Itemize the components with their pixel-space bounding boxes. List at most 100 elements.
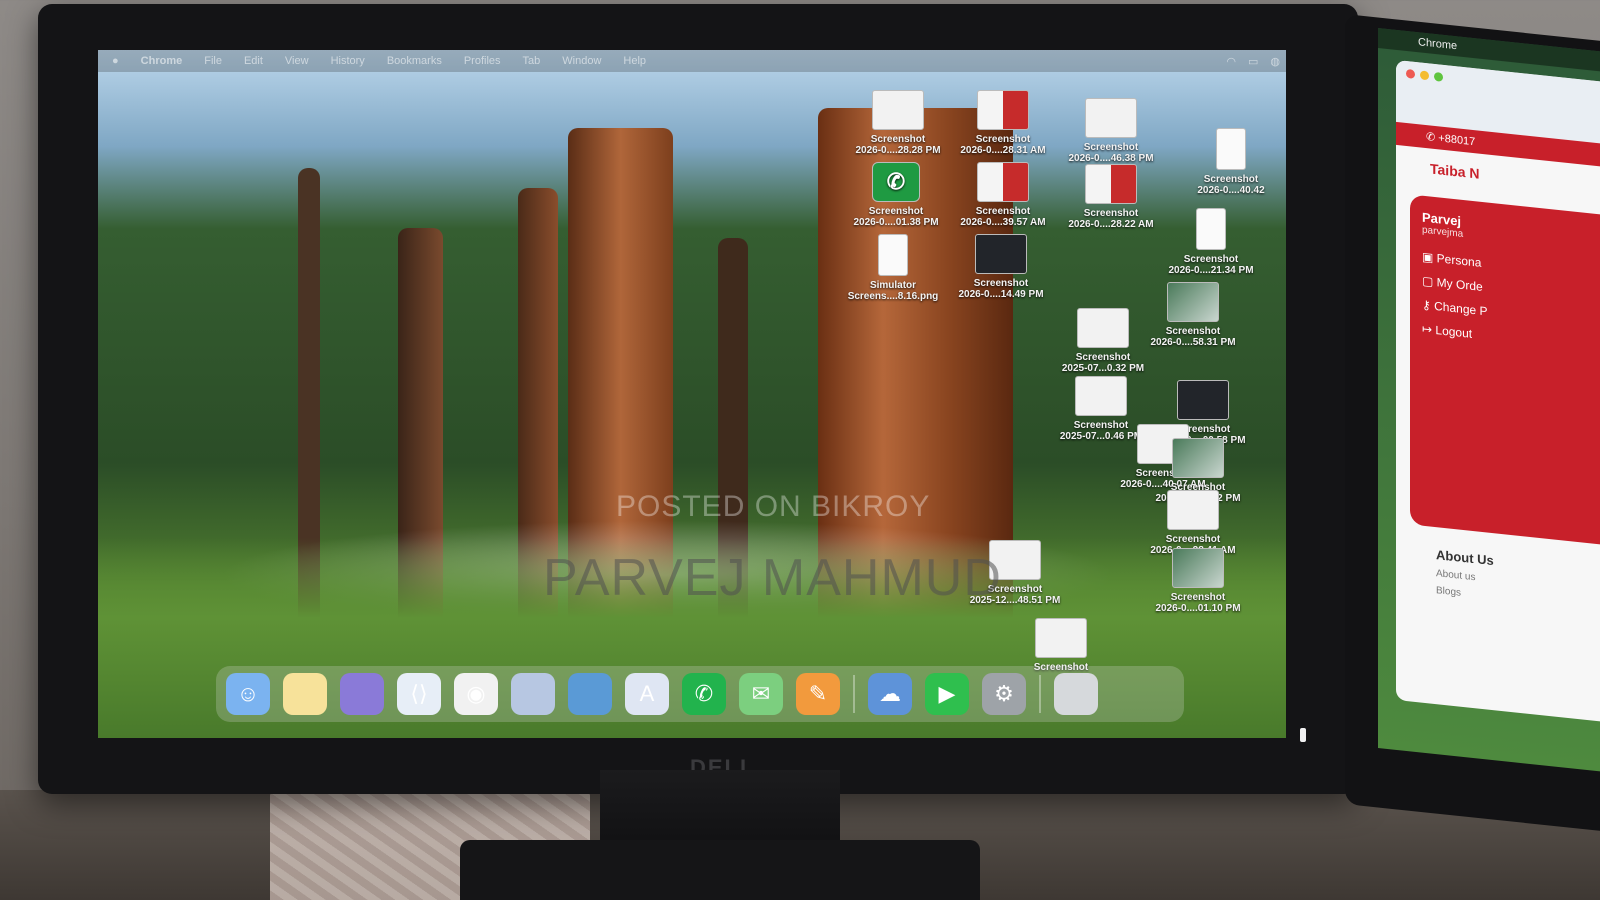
file-date: Screens....8.16.png	[847, 291, 939, 302]
file-date: 2026-0....46.38 PM	[1068, 153, 1154, 164]
dock-separator	[853, 675, 855, 713]
desktop-file-icon[interactable]: Screenshot2026-0....28.41 AM	[1138, 490, 1248, 556]
file-thumbnail-icon	[1075, 376, 1127, 416]
phone-number[interactable]: +88017	[1438, 132, 1475, 148]
power-led-icon	[1300, 728, 1306, 742]
file-thumbnail-icon	[1085, 164, 1137, 204]
chrome-icon[interactable]: ◉	[454, 673, 498, 715]
settings-icon[interactable]: ⚙	[982, 673, 1026, 715]
dock: ☺ ⟨⟩ ◉ A ✆ ✉ ✎ ☁ ▶ ⚙	[216, 666, 1184, 722]
menu-bookmarks[interactable]: Bookmarks	[387, 55, 442, 67]
file-thumbnail-icon	[872, 90, 924, 130]
weather-icon[interactable]: ☁	[868, 673, 912, 715]
whatsapp-thumbnail-icon: ✆	[872, 162, 920, 202]
desktop-file-icon[interactable]: Simulator Screens....8.16.png	[838, 234, 948, 302]
desktop-file-icon[interactable]: ✆ Screenshot 2026-0....01.38 PM	[841, 162, 951, 228]
menu-view[interactable]: View	[285, 55, 309, 67]
desktop-file-icon[interactable]: Screenshot 2025-07...0.32 PM	[1048, 308, 1158, 374]
file-name: Screenshot	[1075, 352, 1131, 363]
apple-menu-icon[interactable]: ●	[112, 55, 119, 67]
desktop-file-icon[interactable]: Screenshot 2026-0....28.31 AM	[948, 90, 1058, 156]
file-name: Screenshot	[1083, 142, 1139, 153]
wifi-icon[interactable]: ◠	[1226, 55, 1236, 68]
file-name: Screenshot	[870, 134, 926, 145]
file-name: Screenshot	[975, 206, 1031, 217]
file-thumbnail-icon	[1172, 438, 1224, 478]
menu-tab[interactable]: Tab	[523, 55, 541, 67]
messages-icon[interactable]: ✉	[739, 673, 783, 715]
second-monitor-screen: Chrome ✆ +88017 Taiba N Parvej parvejma …	[1378, 28, 1600, 774]
menu-window[interactable]: Window	[562, 55, 601, 67]
file-thumbnail-icon	[878, 234, 908, 276]
file-thumbnail-icon	[1167, 490, 1219, 530]
file-date: 2026-0....28.31 AM	[960, 145, 1046, 156]
file-thumbnail-icon	[1172, 548, 1224, 588]
file-date: 2026-0....39.57 AM	[960, 217, 1046, 228]
menu-profiles[interactable]: Profiles	[464, 55, 501, 67]
file-name: Screenshot	[1165, 534, 1221, 545]
whatsapp-icon[interactable]: ✆	[682, 673, 726, 715]
file-thumbnail-icon	[977, 162, 1029, 202]
browser-window: ✆ +88017 Taiba N Parvej parvejma ▣ Perso…	[1396, 59, 1600, 726]
desktop-file-icon[interactable]: Screenshot 2026-0....14.49 PM	[946, 234, 1056, 300]
menu-bar: ● Chrome File Edit View History Bookmark…	[98, 50, 1286, 72]
pages-icon[interactable]: ✎	[796, 673, 840, 715]
launchpad-icon[interactable]	[340, 673, 384, 715]
menu-edit[interactable]: Edit	[244, 55, 263, 67]
monitor-stand-base	[460, 840, 980, 900]
file-thumbnail-icon	[1216, 128, 1246, 170]
facetime-icon[interactable]: ▶	[925, 673, 969, 715]
phone-icon: ✆	[1426, 131, 1436, 145]
desktop-file-icon[interactable]: Screenshot 2026-0....28.22 AM	[1056, 164, 1166, 230]
control-center-icon[interactable]: ◍	[1270, 55, 1280, 68]
file-date: 2026-0....14.49 PM	[958, 289, 1044, 300]
file-name: Simulator	[869, 280, 917, 291]
file-name: Screenshot	[1183, 254, 1239, 265]
menu-history[interactable]: History	[331, 55, 365, 67]
file-date: 2026-0....28.22 AM	[1068, 219, 1154, 230]
simulator-icon[interactable]	[568, 673, 612, 715]
file-date: 2026-0....01.38 PM	[853, 217, 939, 228]
menu-app-name[interactable]: Chrome	[141, 55, 183, 67]
file-thumbnail-icon	[1196, 208, 1226, 250]
desktop-file-icon[interactable]: Screenshot 2026-0....46.38 PM	[1056, 98, 1166, 164]
notes-icon[interactable]	[283, 673, 327, 715]
file-thumbnail-icon	[1167, 282, 1219, 322]
watermark-posted: POSTED ON BIKROY	[616, 490, 931, 523]
trash-icon[interactable]	[1054, 673, 1098, 715]
desktop-file-icon[interactable]: Screenshot	[1006, 618, 1116, 673]
file-name: Screenshot	[975, 134, 1031, 145]
zoom-icon[interactable]	[1434, 71, 1443, 82]
about-title: About Us	[1436, 547, 1494, 569]
file-name: Screenshot	[1083, 208, 1139, 219]
file-name: Screenshot	[973, 278, 1029, 289]
vscode-icon[interactable]: ⟨⟩	[397, 673, 441, 715]
menu-help[interactable]: Help	[623, 55, 646, 67]
battery-icon[interactable]: ▭	[1248, 55, 1258, 68]
desktop-screen: ● Chrome File Edit View History Bookmark…	[98, 50, 1286, 738]
desktop-file-icon[interactable]: Screenshot 2026-0....28.28 PM	[843, 90, 953, 156]
minimize-icon[interactable]	[1420, 70, 1429, 81]
desktop-file-icon[interactable]: Screenshot 2026-0....40.42	[1176, 128, 1286, 196]
desktop-file-icon[interactable]: Screenshot 2026-0....21.34 PM	[1156, 208, 1266, 276]
bag-icon: ▢	[1422, 273, 1437, 290]
close-icon[interactable]	[1406, 68, 1415, 79]
watermark-name: PARVEJ MAHMUD	[543, 549, 1002, 607]
file-name: Screenshot	[1203, 174, 1259, 185]
logout-icon: ↦	[1422, 321, 1436, 338]
file-date: 2025-07...0.32 PM	[1061, 363, 1145, 374]
finder-icon[interactable]: ☺	[226, 673, 270, 715]
user-icon: ▣	[1422, 249, 1437, 266]
file-thumbnail-icon	[977, 90, 1029, 130]
file-thumbnail-icon	[975, 234, 1027, 274]
file-thumbnail-icon	[1177, 380, 1229, 420]
preview-icon[interactable]	[511, 673, 555, 715]
file-thumbnail-icon	[1085, 98, 1137, 138]
second-menu-app[interactable]: Chrome	[1418, 36, 1457, 52]
appstore-icon[interactable]: A	[625, 673, 669, 715]
profile-card: Parvej parvejma ▣ Persona ▢ My Orde ⚷ Ch…	[1410, 194, 1600, 550]
desktop-file-icon[interactable]: Screenshot 2026-0....01.10 PM	[1143, 548, 1253, 614]
file-thumbnail-icon	[1077, 308, 1129, 348]
desktop-file-icon[interactable]: Screenshot 2026-0....39.57 AM	[948, 162, 1058, 228]
menu-file[interactable]: File	[204, 55, 222, 67]
